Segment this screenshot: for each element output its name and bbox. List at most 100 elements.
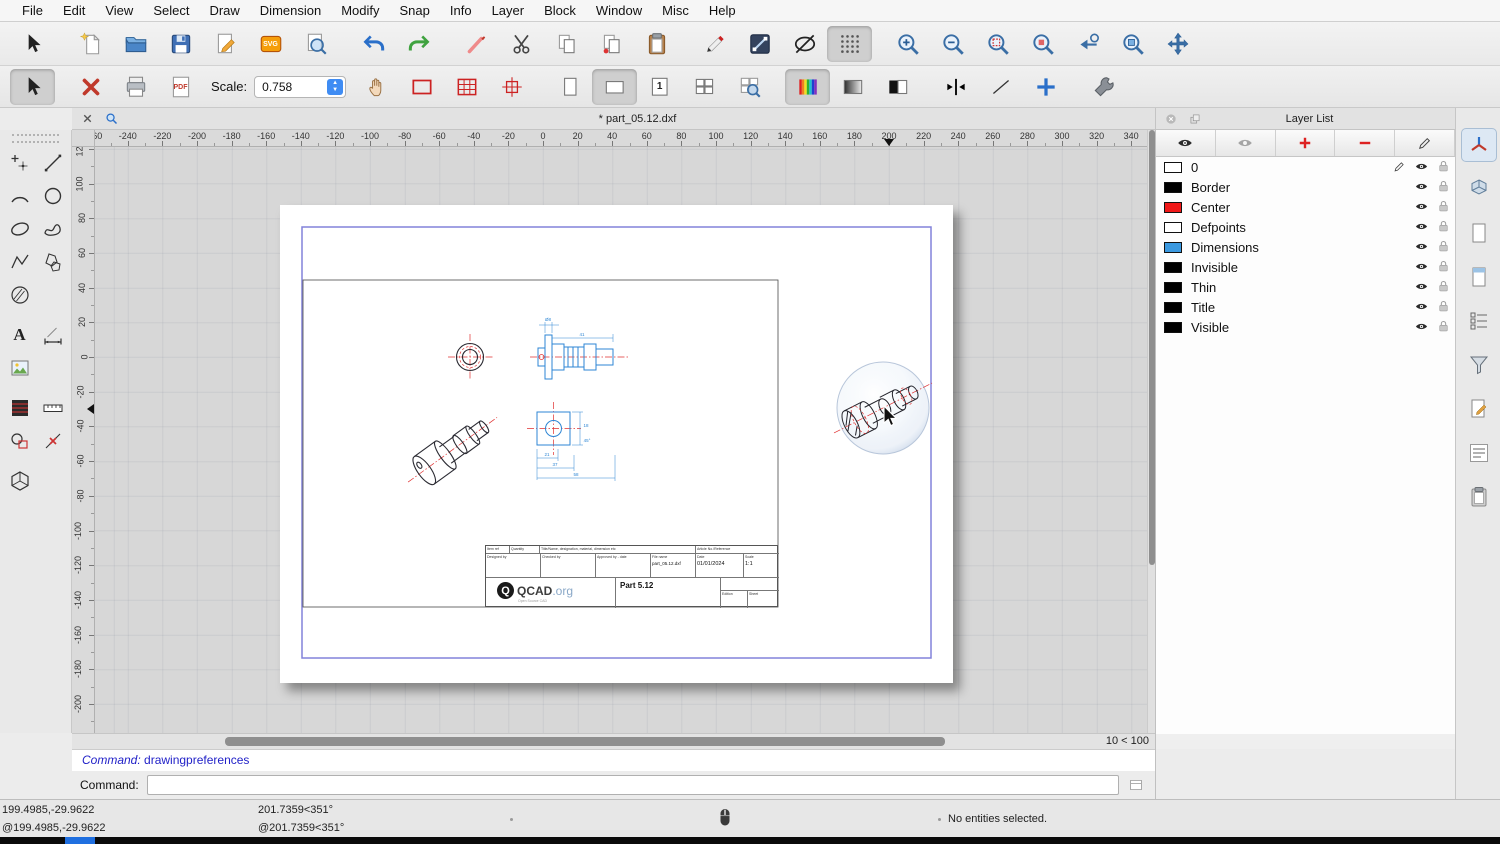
menu-snap[interactable]: Snap	[390, 3, 440, 18]
layer-visibility-toggle[interactable]	[1414, 199, 1429, 217]
layer-color-swatch[interactable]	[1164, 322, 1182, 333]
scale-stepper[interactable]: ▲▼	[327, 79, 343, 95]
line-tool-button[interactable]	[37, 147, 68, 178]
menu-window[interactable]: Window	[586, 3, 652, 18]
pan-button[interactable]	[1155, 26, 1200, 62]
menu-misc[interactable]: Misc	[652, 3, 699, 18]
layer-lock-toggle[interactable]	[1436, 199, 1451, 217]
zoom-out-button[interactable]	[930, 26, 975, 62]
layer-row-visible[interactable]: Visible	[1156, 317, 1455, 337]
layer-visibility-toggle[interactable]	[1414, 179, 1429, 197]
print-button[interactable]	[113, 69, 158, 105]
paste-button[interactable]	[634, 26, 679, 62]
landscape-page-button[interactable]	[592, 69, 637, 105]
panel-float-icon[interactable]	[1186, 110, 1204, 128]
layer-lock-toggle[interactable]	[1436, 179, 1451, 197]
page-origin-button[interactable]	[489, 69, 534, 105]
layer-row-border[interactable]: Border	[1156, 177, 1455, 197]
palette-drag-handle[interactable]	[12, 134, 59, 143]
remove-layer-button[interactable]	[1335, 130, 1395, 156]
svg-export-button[interactable]: SVG	[248, 26, 293, 62]
zoom-in-button[interactable]	[885, 26, 930, 62]
previous-view-button[interactable]	[1065, 26, 1110, 62]
vertical-scrollbar[interactable]	[1147, 130, 1155, 733]
menu-info[interactable]: Info	[440, 3, 482, 18]
property-editor-toggle[interactable]	[1461, 128, 1497, 162]
layer-color-swatch[interactable]	[1164, 182, 1182, 193]
menu-draw[interactable]: Draw	[199, 3, 249, 18]
pointer-mode-button[interactable]	[10, 69, 55, 105]
layer-row-defpoints[interactable]: Defpoints	[1156, 217, 1455, 237]
layer-color-swatch[interactable]	[1164, 222, 1182, 233]
copy-button[interactable]	[544, 26, 589, 62]
circle-tool-button[interactable]	[37, 180, 68, 211]
zoom-window-button[interactable]	[1110, 26, 1155, 62]
drawing-canvas[interactable]: Ø8 41	[95, 147, 1147, 733]
horizontal-scrollbar-thumb[interactable]	[225, 737, 945, 746]
spline-tool-button[interactable]	[37, 213, 68, 244]
isometric-view-tool-button[interactable]	[4, 465, 35, 496]
layer-lock-toggle[interactable]	[1436, 319, 1451, 337]
page-border-button[interactable]	[399, 69, 444, 105]
text-tool-button[interactable]: A	[4, 319, 35, 350]
zoom-page-button[interactable]	[727, 69, 772, 105]
cut-reference-button[interactable]	[454, 26, 499, 62]
clipboard-panel-toggle[interactable]	[1461, 480, 1497, 514]
layer-lock-toggle[interactable]	[1436, 279, 1451, 297]
layer-lock-toggle[interactable]	[1436, 259, 1451, 277]
layer-visibility-toggle[interactable]	[1414, 159, 1429, 177]
grid-pages-button[interactable]	[682, 69, 727, 105]
close-document-icon[interactable]	[78, 110, 96, 128]
layer-row-thin[interactable]: Thin	[1156, 277, 1455, 297]
auto-zoom-button[interactable]	[975, 26, 1020, 62]
layer-lock-toggle[interactable]	[1436, 299, 1451, 317]
layer-color-swatch[interactable]	[1164, 262, 1182, 273]
show-all-layers-button[interactable]	[1156, 130, 1216, 156]
multi-page-button[interactable]	[444, 69, 489, 105]
menu-dimension[interactable]: Dimension	[250, 3, 331, 18]
measure-tool-button[interactable]	[37, 392, 68, 423]
menu-edit[interactable]: Edit	[53, 3, 95, 18]
snap-tool-button[interactable]	[37, 425, 68, 456]
move-page-button[interactable]	[354, 69, 399, 105]
pdf-export-button[interactable]: PDF	[158, 69, 203, 105]
layer-color-swatch[interactable]	[1164, 242, 1182, 253]
layer-row-center[interactable]: Center	[1156, 197, 1455, 217]
layer-row-0[interactable]: 0	[1156, 157, 1455, 177]
menu-help[interactable]: Help	[699, 3, 746, 18]
zoom-selection-button[interactable]	[1020, 26, 1065, 62]
line-entity-button[interactable]	[737, 26, 782, 62]
command-input[interactable]	[147, 775, 1119, 795]
linestyle-button[interactable]	[978, 69, 1023, 105]
hatch-tool-button[interactable]	[4, 279, 35, 310]
point-tool-button[interactable]	[4, 147, 35, 178]
sheet-panel-toggle[interactable]	[1461, 216, 1497, 250]
full-color-button[interactable]	[785, 69, 830, 105]
draw-pen-button[interactable]	[692, 26, 737, 62]
image-tool-button[interactable]	[4, 352, 35, 383]
arc-tool-button[interactable]	[4, 180, 35, 211]
menu-layer[interactable]: Layer	[482, 3, 535, 18]
scale-combobox[interactable]: 0.758▲▼	[254, 76, 346, 98]
notes-panel-toggle[interactable]	[1461, 436, 1497, 470]
layer-visibility-toggle[interactable]	[1414, 279, 1429, 297]
menu-view[interactable]: View	[95, 3, 143, 18]
layer-visibility-toggle[interactable]	[1414, 239, 1429, 257]
open-file-button[interactable]	[113, 26, 158, 62]
hide-all-layers-button[interactable]	[1216, 130, 1276, 156]
list-panel-toggle[interactable]	[1461, 304, 1497, 338]
ellipse-entity-button[interactable]	[782, 26, 827, 62]
layer-lock-toggle[interactable]	[1436, 239, 1451, 257]
portrait-page-button[interactable]	[547, 69, 592, 105]
print-preview-button[interactable]	[293, 26, 338, 62]
menu-select[interactable]: Select	[143, 3, 199, 18]
menu-block[interactable]: Block	[534, 3, 586, 18]
layer-row-dimensions[interactable]: Dimensions	[1156, 237, 1455, 257]
cut-button[interactable]	[499, 26, 544, 62]
layer-color-swatch[interactable]	[1164, 282, 1182, 293]
dimension-tool-button[interactable]	[37, 319, 68, 350]
command-options-icon[interactable]	[1125, 776, 1147, 794]
layer-visibility-toggle[interactable]	[1414, 219, 1429, 237]
layer-color-swatch[interactable]	[1164, 302, 1182, 313]
add-layer-button[interactable]	[1276, 130, 1336, 156]
